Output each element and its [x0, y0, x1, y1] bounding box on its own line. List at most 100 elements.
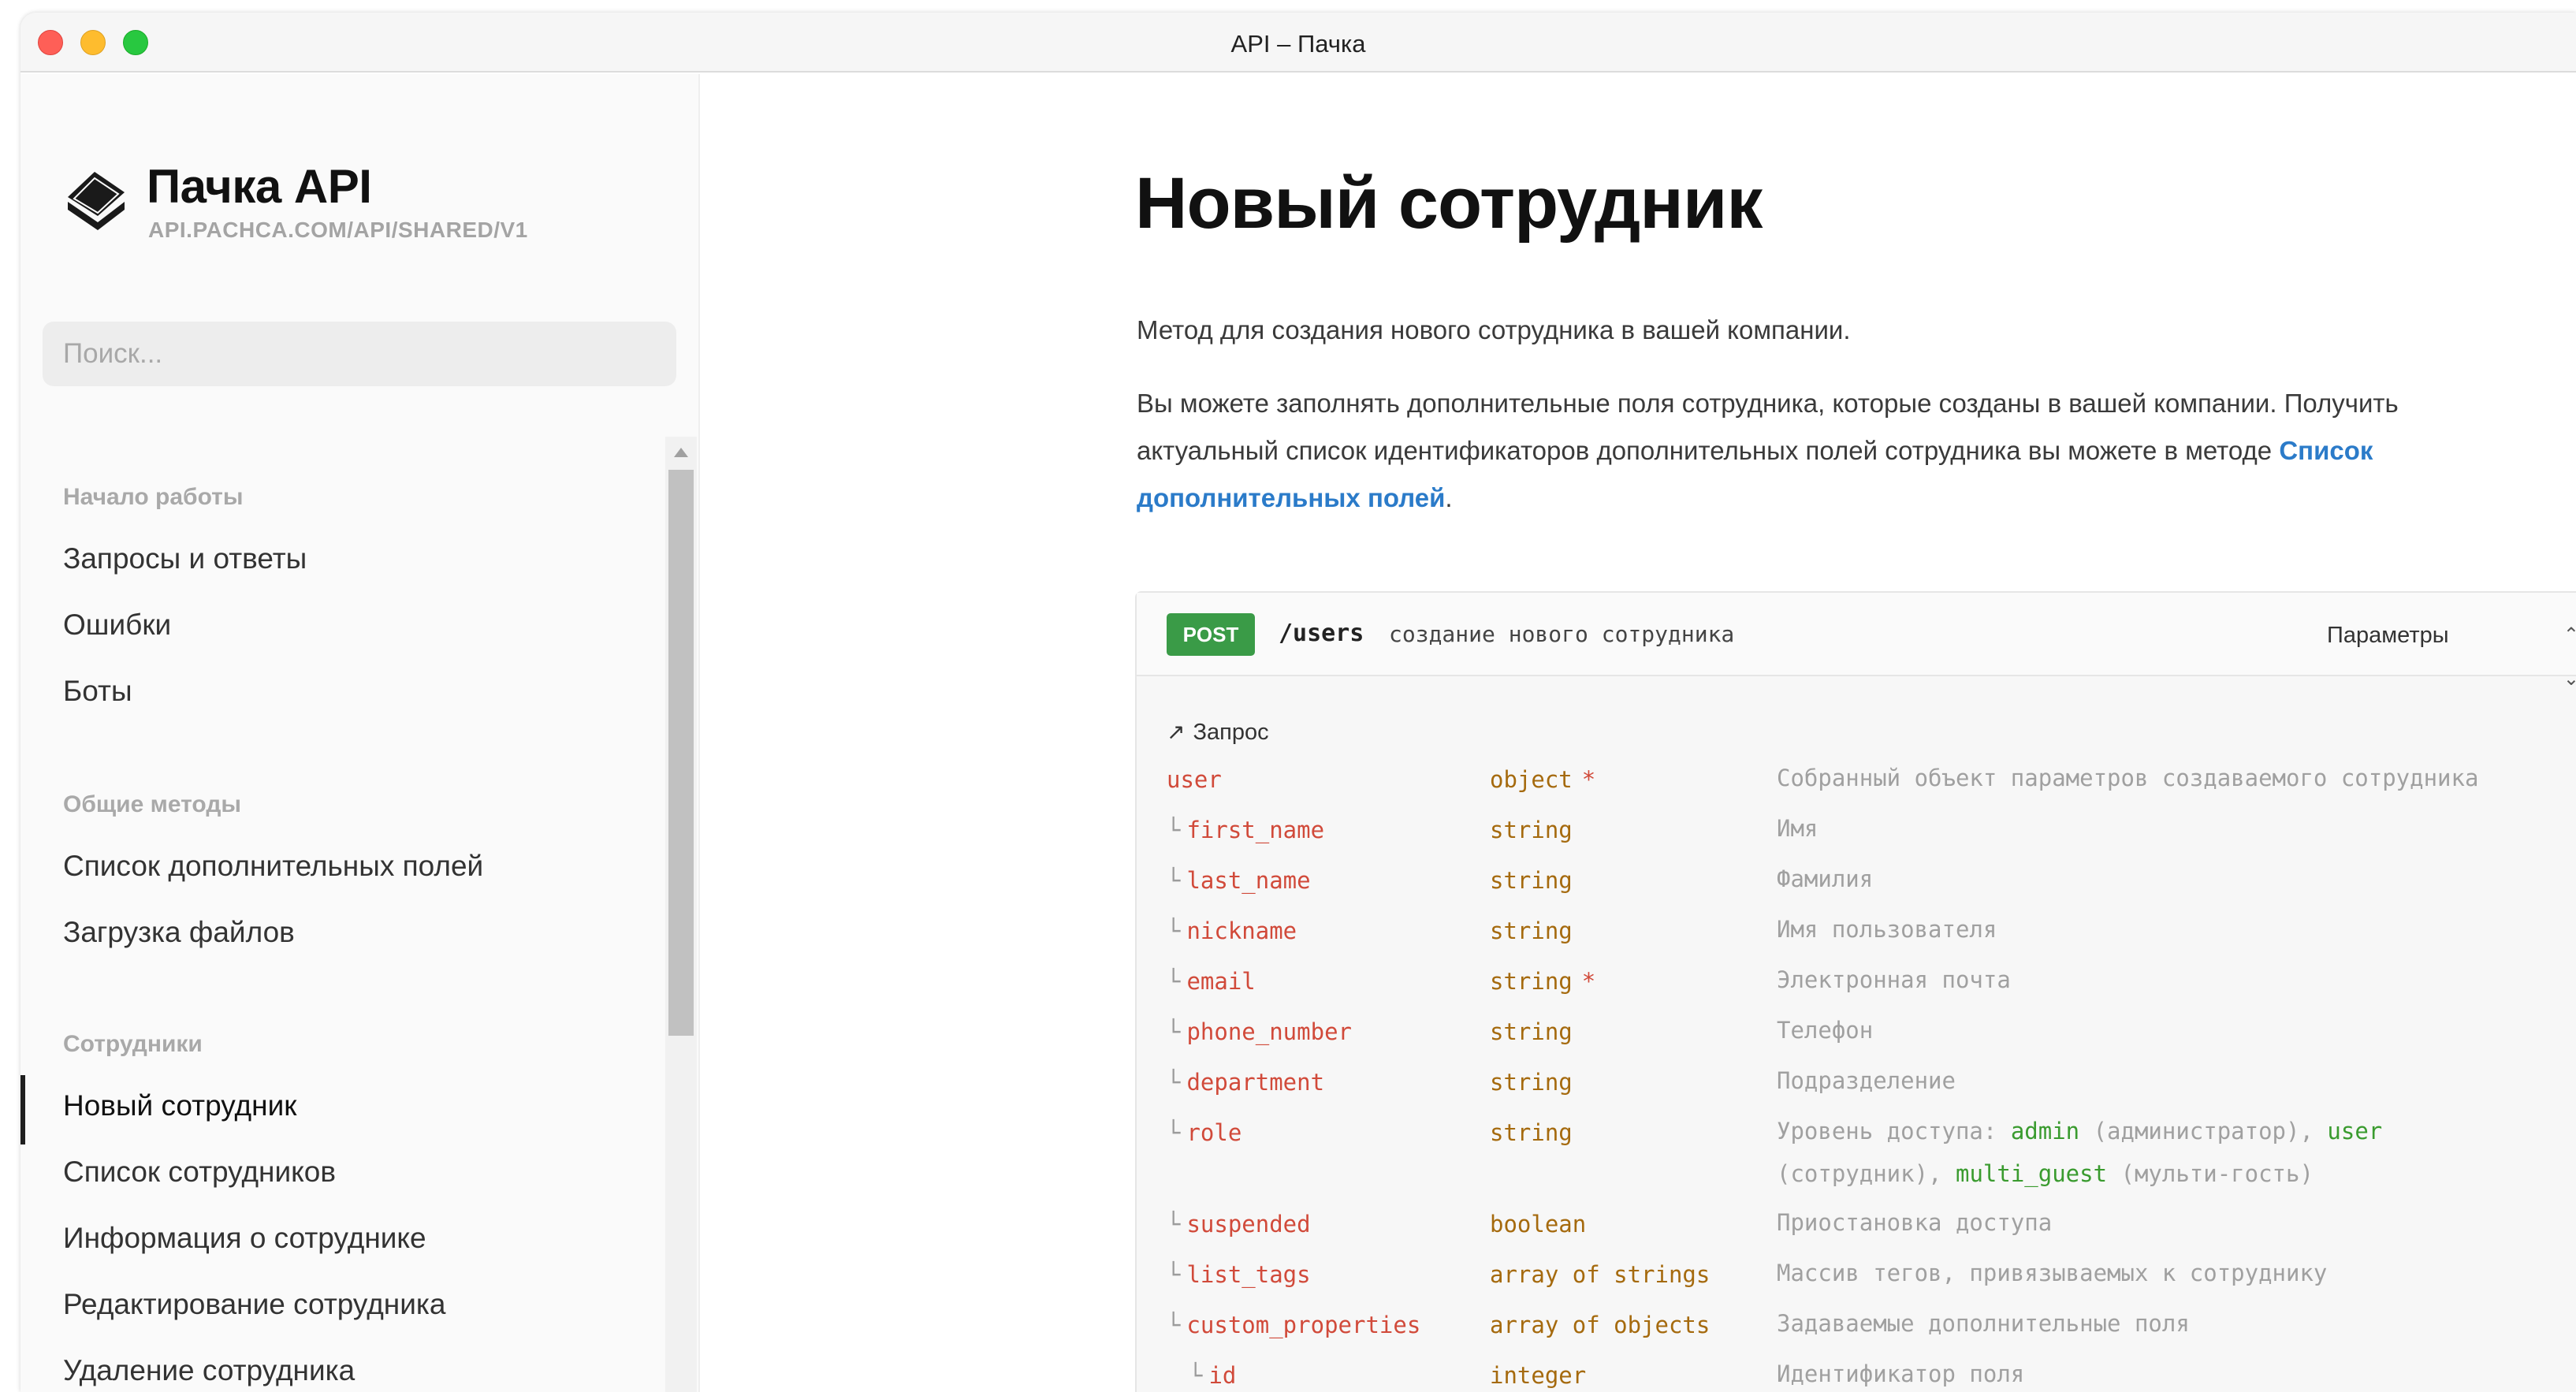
- param-type-text: object: [1490, 766, 1573, 793]
- app-window: API – Пачка Пачка API API.PACHCA.COM/API…: [20, 13, 2576, 1392]
- param-name: └ email: [1167, 968, 1256, 995]
- param-description: Фамилия: [1777, 865, 1874, 892]
- endpoint-card: POST /users создание нового сотрудника П…: [1135, 591, 2576, 1392]
- tree-branch-icon: └: [1167, 1119, 1181, 1146]
- method-badge: POST: [1167, 613, 1255, 656]
- param-name: └ nickname: [1167, 917, 1297, 944]
- param-description: Электронная почта: [1777, 966, 2011, 993]
- param-name-text: role: [1186, 1119, 1242, 1146]
- param-type: string *: [1490, 968, 1595, 995]
- sidebar-item-errors[interactable]: Ошибки: [63, 609, 171, 642]
- param-name-text: suspended: [1186, 1211, 1311, 1238]
- endpoint-description: создание нового сотрудника: [1389, 621, 1735, 647]
- param-type: string: [1490, 917, 1573, 944]
- param-description: Собранный объект параметров создаваемого…: [1777, 765, 2479, 791]
- param-name: └ custom_properties: [1167, 1312, 1420, 1338]
- param-type: array of strings: [1490, 1261, 1711, 1288]
- sidebar-item-delete-employee[interactable]: Удаление сотрудника: [63, 1354, 355, 1387]
- main-content: Новый сотрудник Метод для создания новог…: [700, 74, 2576, 1392]
- details-text-body: Вы можете заполнять дополнительные поля …: [1137, 389, 2399, 465]
- role-value: admin: [2010, 1118, 2080, 1144]
- param-description: Приостановка доступа: [1777, 1209, 2053, 1236]
- param-type: string: [1490, 867, 1573, 894]
- param-name: └ first_name: [1167, 817, 1324, 843]
- details-text: Вы можете заполнять дополнительные поля …: [1137, 380, 2477, 522]
- desc-text: (администратор),: [2079, 1118, 2328, 1144]
- param-description: Идентификатор поля: [1777, 1360, 2025, 1387]
- nav-section-title: Начало работы: [63, 484, 244, 510]
- scroll-thumb[interactable]: [668, 470, 694, 1036]
- request-section-label[interactable]: ↗ Запрос: [1167, 719, 1269, 746]
- sidebar-item-bots[interactable]: Боты: [63, 675, 132, 708]
- search-input[interactable]: [43, 322, 676, 386]
- param-type: string: [1490, 1069, 1573, 1096]
- tree-branch-icon: └: [1189, 1362, 1203, 1389]
- desc-text: Уровень доступа:: [1777, 1118, 2011, 1144]
- param-name-text: last_name: [1186, 867, 1311, 894]
- endpoint-path: /users: [1279, 620, 1364, 647]
- param-name-text: phone_number: [1186, 1018, 1352, 1045]
- nav-section-title: Сотрудники: [63, 1031, 203, 1057]
- tree-branch-icon: └: [1167, 1069, 1181, 1096]
- scroll-up-arrow-icon[interactable]: [674, 448, 688, 457]
- role-value: user: [2327, 1118, 2383, 1144]
- params-select-label: Параметры: [2327, 623, 2449, 648]
- details-text-end: .: [1445, 483, 1453, 512]
- request-label-text: Запрос: [1193, 720, 1269, 745]
- sidebar-item-employee-list[interactable]: Список сотрудников: [63, 1156, 336, 1189]
- sidebar-item-employee-info[interactable]: Информация о сотруднике: [63, 1222, 426, 1255]
- sidebar-item-custom-fields[interactable]: Список дополнительных полей: [63, 850, 483, 883]
- desc-text: (мульти-гость): [2107, 1160, 2314, 1187]
- param-name-text: first_name: [1186, 817, 1325, 843]
- tree-branch-icon: └: [1167, 817, 1181, 843]
- title-bar: API – Пачка: [20, 13, 2576, 73]
- sidebar-item-requests[interactable]: Запросы и ответы: [63, 542, 307, 575]
- param-name: └ role: [1167, 1119, 1241, 1146]
- required-marker: *: [1581, 968, 1596, 995]
- tree-branch-icon: └: [1167, 867, 1181, 894]
- page-title: Новый сотрудник: [1135, 163, 1763, 244]
- params-select[interactable]: Параметры ⌃ ⌄: [2295, 613, 2576, 690]
- endpoint-header: POST /users создание нового сотрудника П…: [1137, 593, 2576, 690]
- nav-section-title: Общие методы: [63, 791, 242, 817]
- sidebar: Пачка API API.PACHCA.COM/API/SHARED/V1 Н…: [20, 74, 700, 1392]
- param-type: object *: [1490, 766, 1595, 793]
- sidebar-item-file-upload[interactable]: Загрузка файлов: [63, 916, 295, 949]
- param-description: Имя пользователя: [1777, 916, 1997, 943]
- tree-branch-icon: └: [1167, 1261, 1181, 1288]
- param-description: Телефон: [1777, 1017, 1874, 1044]
- param-description: Задаваемые дополнительные поля: [1777, 1310, 2190, 1337]
- tree-branch-icon: └: [1167, 1018, 1181, 1045]
- param-name: └ list_tags: [1167, 1261, 1311, 1288]
- sidebar-item-new-employee[interactable]: Новый сотрудник: [63, 1089, 296, 1122]
- param-type: array of objects: [1490, 1312, 1711, 1338]
- param-description: Уровень доступа: admin (администратор), …: [1777, 1110, 2423, 1195]
- role-value: multi_guest: [1955, 1160, 2108, 1187]
- param-description: Подразделение: [1777, 1067, 1956, 1094]
- param-type: string: [1490, 817, 1573, 843]
- param-type: string: [1490, 1018, 1573, 1045]
- param-type: integer: [1490, 1362, 1587, 1389]
- param-description: Массив тегов, привязываемых к сотруднику: [1777, 1260, 2328, 1286]
- param-type: string: [1490, 1119, 1573, 1146]
- param-name-text: department: [1186, 1069, 1325, 1096]
- param-name-text: email: [1186, 968, 1256, 995]
- tree-branch-icon: └: [1167, 917, 1181, 944]
- param-name: └ id: [1189, 1362, 1236, 1389]
- active-item-indicator: [20, 1075, 25, 1144]
- brand-url: API.PACHCA.COM/API/SHARED/V1: [148, 218, 528, 242]
- param-name-text: list_tags: [1186, 1261, 1311, 1288]
- sidebar-item-edit-employee[interactable]: Редактирование сотрудника: [63, 1288, 445, 1321]
- param-description: Имя: [1777, 815, 1818, 842]
- arrow-up-right-icon: ↗: [1167, 720, 1186, 744]
- tree-branch-icon: └: [1167, 968, 1181, 995]
- window-title: API – Пачка: [1230, 30, 1366, 58]
- param-name: └ phone_number: [1167, 1018, 1352, 1045]
- desc-text: (сотрудник),: [1777, 1160, 1956, 1187]
- param-type: boolean: [1490, 1211, 1587, 1238]
- updown-chevron-icon: ⌃ ⌄: [2563, 624, 2576, 690]
- tree-branch-icon: └: [1167, 1312, 1181, 1338]
- sidebar-scrollbar[interactable]: [665, 437, 697, 1392]
- required-marker: *: [1581, 766, 1596, 793]
- param-name-text: nickname: [1186, 917, 1297, 944]
